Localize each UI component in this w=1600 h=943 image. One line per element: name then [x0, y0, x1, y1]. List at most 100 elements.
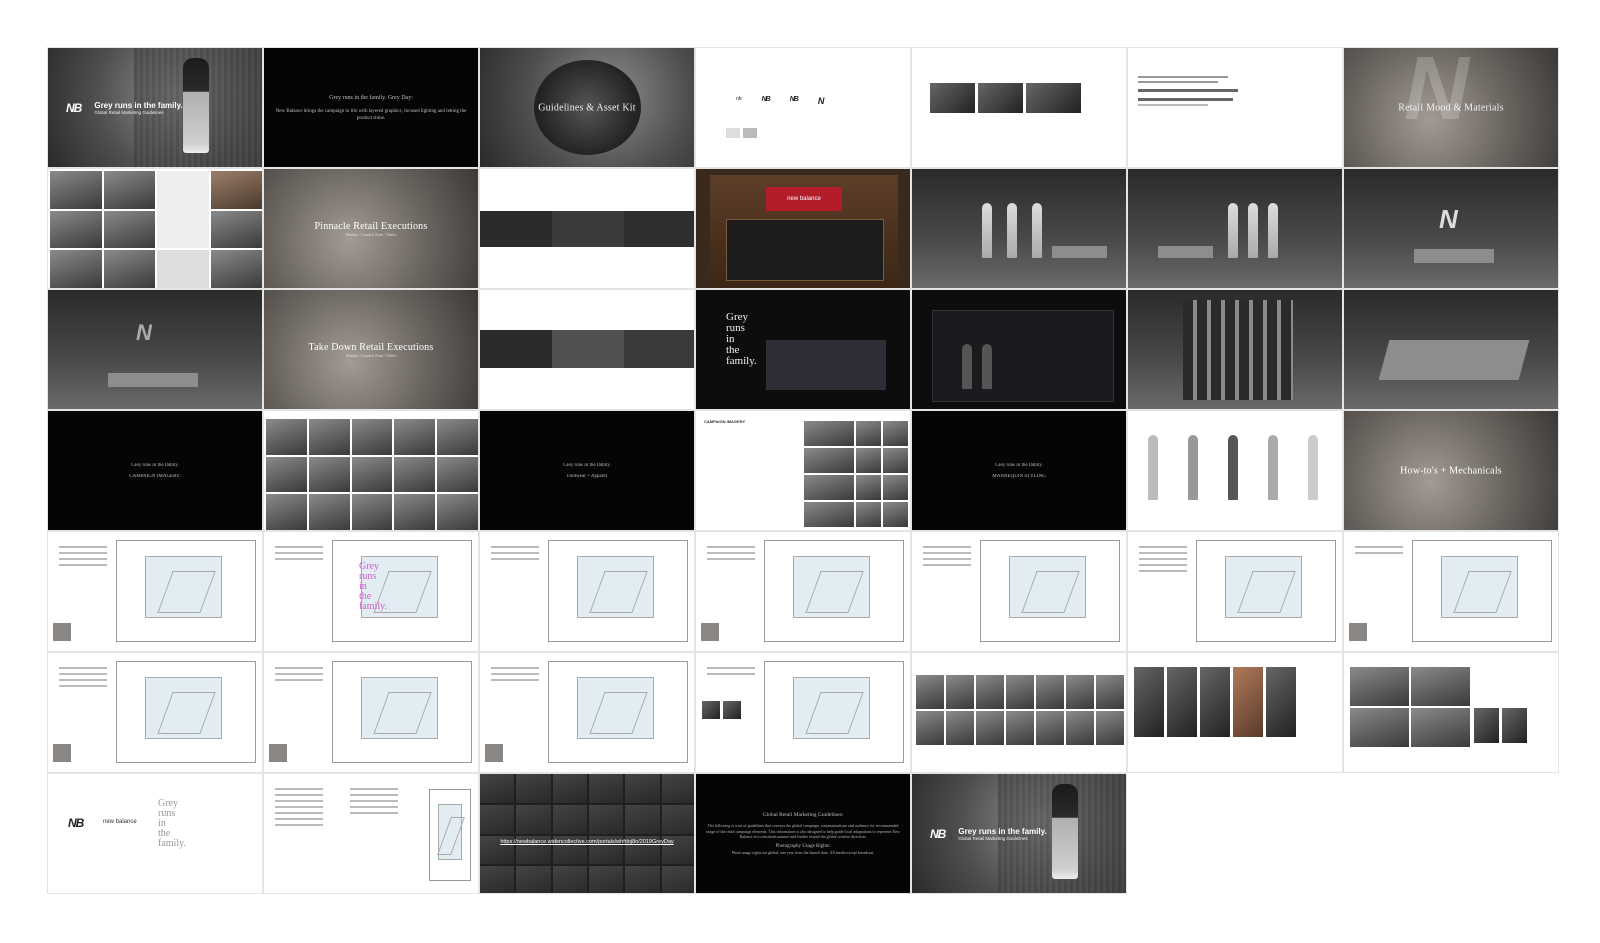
pinnacle-subtitle: Window / Launch Zone / Tables	[345, 231, 397, 237]
column-display	[1183, 300, 1293, 400]
slide-retail-mood[interactable]: N Retail Mood & Materials	[1343, 47, 1559, 168]
mannequin	[982, 344, 992, 389]
slide-window-grey[interactable]: Grey runs in the family.	[695, 289, 911, 410]
slide-texture-collage[interactable]	[911, 652, 1127, 773]
mannequin	[1228, 435, 1238, 500]
download-link[interactable]: https://newbalance.widencollective.com/p…	[500, 839, 673, 845]
mannequin	[982, 203, 992, 258]
slide-window-dark[interactable]	[911, 289, 1127, 410]
slide-footwear-apparel[interactable]: Grey runs in the family. Footwear + Appa…	[479, 410, 695, 531]
slide-column-display[interactable]	[1127, 289, 1343, 410]
slide-mannequin-grid[interactable]	[1127, 410, 1343, 531]
slide-global-guidelines[interactable]: Global Retail Marketing Guidelines: The …	[695, 773, 911, 894]
nb-logo-icon: NB	[66, 101, 82, 115]
material-swatch	[1349, 623, 1367, 641]
steps-list	[53, 663, 111, 687]
nb-logo-icon: NB	[789, 96, 799, 103]
closing-grey-text: Grey runs in the family.	[158, 798, 186, 849]
global-body: The following is a set of guidelines tha…	[706, 823, 900, 839]
slide-mannequin-styling[interactable]: Grey runs in the family. MANNEQUIN STYLI…	[911, 410, 1127, 531]
take-down-subtitle: Window / Launch Zone / Tables	[345, 352, 397, 358]
slide-campaign-list[interactable]: CAMPAIGN IMAGERY	[695, 410, 911, 531]
mannequin	[1248, 203, 1258, 258]
divider	[87, 100, 89, 116]
steps-list	[701, 542, 759, 560]
slide-mech-table-3[interactable]	[695, 652, 911, 773]
slide-table-display[interactable]	[1343, 289, 1559, 410]
slide-photo-samples[interactable]	[911, 47, 1127, 168]
slide-launch-zone-3[interactable]: N	[1343, 168, 1559, 289]
slide-apparel-collage[interactable]	[1343, 652, 1559, 773]
mannequin	[1007, 203, 1017, 258]
retail-mood-title: Retail Mood & Materials	[1398, 102, 1504, 113]
cover-subtitle: Global Retail Marketing Guidelines	[94, 110, 164, 115]
slide-mech-wall[interactable]	[1343, 531, 1559, 652]
product-grid	[804, 421, 908, 527]
slide-launch-zone-2[interactable]	[1127, 168, 1343, 289]
slide-window-strip[interactable]	[479, 168, 695, 289]
window-drawing	[548, 540, 688, 642]
slide-mech-rail[interactable]	[1127, 531, 1343, 652]
steps-list	[917, 542, 975, 566]
slide-howtos[interactable]: How-to's + Mechanicals	[1343, 410, 1559, 531]
slide-mech-window-1[interactable]	[47, 531, 263, 652]
slide-guidelines[interactable]: Guidelines & Asset Kit	[479, 47, 695, 168]
slide-imagery-collage[interactable]	[263, 410, 479, 531]
slide-moodboard[interactable]	[47, 168, 263, 289]
slide-mech-launch-2[interactable]	[911, 531, 1127, 652]
slide-launch-zone-1[interactable]	[911, 168, 1127, 289]
apparel-photos	[1474, 708, 1527, 743]
slide-mech-window-2[interactable]: Grey runs in the family.	[263, 531, 479, 652]
photo-rights-body: Photo usage rights are global, one year …	[731, 850, 875, 856]
slide-wall-display[interactable]: N	[47, 289, 263, 410]
table-drawing	[332, 661, 472, 763]
wall-drawing	[116, 661, 256, 763]
slide-mech-launch-1[interactable]	[695, 531, 911, 652]
slide-storefront[interactable]: new balance	[695, 168, 911, 289]
model-figure	[1052, 784, 1078, 879]
photo-samples	[930, 83, 1081, 113]
rail-drawing	[1196, 540, 1336, 642]
slide-checklist[interactable]	[263, 773, 479, 894]
end-brand-block: NB Grey runs in the family. Global Retai…	[930, 826, 1047, 842]
window-strip	[480, 211, 694, 247]
mannequin	[1032, 203, 1042, 258]
slide-mech-table-1[interactable]	[263, 652, 479, 773]
n-logo-icon: N	[817, 96, 824, 106]
slide-mech-window-3[interactable]	[479, 531, 695, 652]
slide-grid: NB Grey runs in the family. Global Retai…	[47, 47, 1559, 894]
divider	[951, 826, 953, 842]
slide-download-link[interactable]: https://newbalance.widencollective.com/p…	[479, 773, 695, 894]
footwear-apparel-line2: Footwear + Apparel	[566, 473, 608, 479]
slide-typography[interactable]	[1127, 47, 1343, 168]
slide-mech-table-2[interactable]	[479, 652, 695, 773]
slide-mech-wall-n[interactable]	[47, 652, 263, 773]
slide-window-strip-2[interactable]	[479, 289, 695, 410]
slide-cover[interactable]: NB Grey runs in the family. Global Retai…	[47, 47, 263, 168]
window-frame	[932, 310, 1114, 402]
model-figure	[183, 58, 209, 153]
nb-logo-icon: NB	[68, 816, 84, 830]
window-drawing	[116, 540, 256, 642]
slide-campaign-imagery[interactable]: Grey runs in the family. CAMPAIGN IMAGER…	[47, 410, 263, 531]
steps-list	[1349, 542, 1407, 554]
steps-list	[485, 663, 543, 681]
reference-photos	[702, 701, 741, 719]
cover-brand-block: NB Grey runs in the family. Global Retai…	[66, 100, 183, 116]
store-sign: new balance	[766, 187, 842, 211]
slide-pinnacle[interactable]: Pinnacle Retail Executions Window / Laun…	[263, 168, 479, 289]
material-swatch	[53, 744, 71, 762]
cover-tagline: Grey runs in the family.	[94, 101, 183, 110]
intro-body: New Balance brings the campaign to life …	[275, 108, 467, 121]
slide-material-samples[interactable]	[1127, 652, 1343, 773]
photo-rights-title: Photography Usage Rights:	[775, 844, 831, 850]
material-swatch	[701, 623, 719, 641]
slide-logo-usage[interactable]: nb NB NB N	[695, 47, 911, 168]
table-drawing	[764, 661, 904, 763]
slide-end-cover[interactable]: NB Grey runs in the family. Global Retai…	[911, 773, 1127, 894]
moodboard-collage	[50, 171, 262, 288]
slide-intro[interactable]: Grey runs in the family. Grey Day: New B…	[263, 47, 479, 168]
mannequin	[1148, 435, 1158, 500]
slide-take-down[interactable]: Take Down Retail Executions Window / Lau…	[263, 289, 479, 410]
slide-closing-brand[interactable]: NB new balance Grey runs in the family.	[47, 773, 263, 894]
